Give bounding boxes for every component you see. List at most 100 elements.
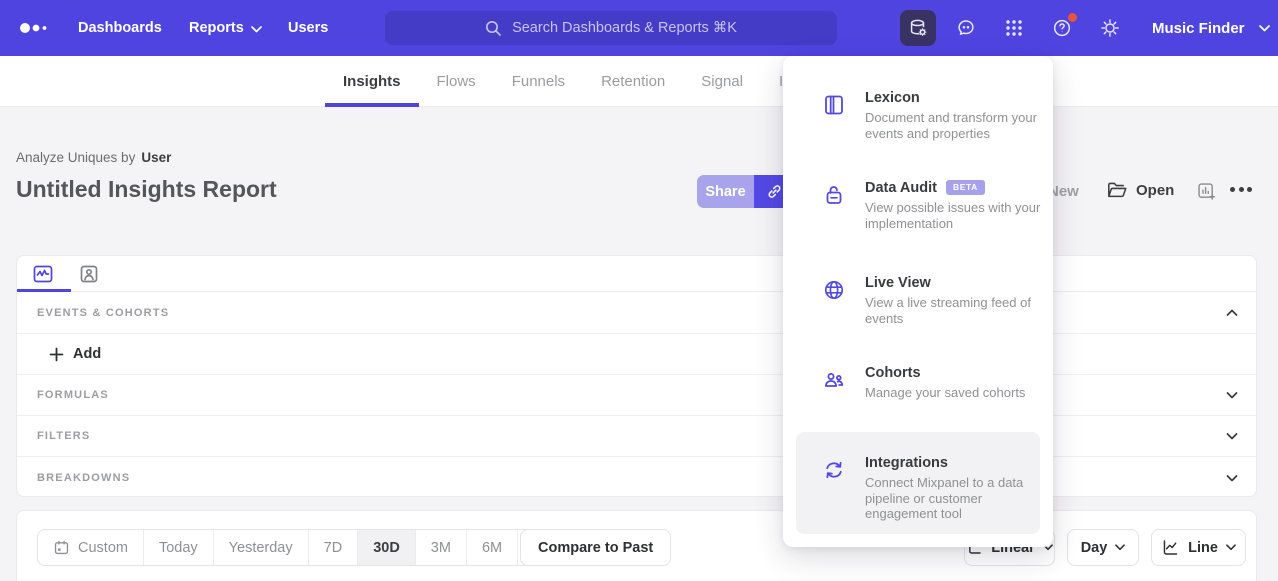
range-custom[interactable]: Custom [38,530,144,565]
page-title: Untitled Insights Report [16,176,277,203]
range-yesterday[interactable]: Yesterday [214,530,309,565]
range-label: 7D [324,540,343,556]
menu-item-description: View a live streaming feed of events [865,295,1041,326]
menu-item-title: Integrations [865,455,1041,471]
more-options-button[interactable] [1230,187,1252,192]
share-button[interactable]: Share [697,175,754,208]
compare-to-past-button[interactable]: Compare to Past [520,529,671,566]
globe-icon [822,278,846,302]
tab-signal-label: Signal [701,73,743,90]
menu-item-description: Connect Mixpanel to a data pipeline or c… [865,475,1041,522]
folder-icon [1106,180,1128,200]
apps-grid-button[interactable] [996,10,1032,46]
events-add-row: Add [17,334,1256,375]
chevron-up-icon[interactable] [1226,309,1238,317]
chevron-down-icon[interactable] [1226,432,1238,440]
range-7d[interactable]: 7D [309,530,359,565]
book-icon [822,93,846,117]
search-placeholder: Search Dashboards & Reports ⌘K [512,20,737,36]
menu-item-description: View possible issues with your implement… [865,200,1041,231]
section-label: FILTERS [37,430,90,442]
calendar-icon [53,539,70,556]
add-event-button[interactable]: Add [49,346,101,362]
date-range-control: Custom Today Yesterday 7D 30D 3M 6M 12M [37,529,577,566]
nav-reports[interactable]: Reports [189,0,262,56]
add-label: Add [73,346,101,362]
sync-icon [822,458,846,482]
nav-dashboards-label: Dashboards [78,20,162,36]
interval-label: Day [1081,540,1108,556]
range-3m[interactable]: 3M [416,530,467,565]
tab-insights[interactable]: Insights [325,56,419,107]
range-label: 6M [482,540,502,556]
nav-reports-label: Reports [189,20,244,36]
share-label: Share [705,184,745,200]
section-label: EVENTS & COHORTS [37,307,169,319]
add-to-dashboard-icon[interactable] [1196,181,1217,202]
query-builder-tabs [17,256,1256,292]
section-breakdowns[interactable]: BREAKDOWNS [17,457,1256,498]
nav-dashboards[interactable]: Dashboards [78,0,162,56]
open-report-button[interactable]: Open [1106,180,1174,200]
tab-retention[interactable]: Retention [583,56,683,107]
tab-flows[interactable]: Flows [419,56,494,107]
chevron-down-icon [251,26,262,33]
chevron-down-icon[interactable] [1226,391,1238,399]
range-6m[interactable]: 6M [467,530,518,565]
open-label: Open [1136,182,1174,199]
range-label: Today [159,540,198,556]
chevron-down-icon [1115,544,1125,551]
metrics-tab[interactable] [30,261,56,287]
menu-item-description: Document and transform your events and p… [865,110,1041,141]
chart-type-label: Line [1188,540,1218,556]
tab-retention-label: Retention [601,73,665,90]
audit-icon [822,183,846,207]
feedback-button[interactable] [948,10,984,46]
menu-item-title: Data Audit [865,180,937,196]
data-tools-menu: Lexicon Document and transform your even… [783,56,1053,547]
section-formulas[interactable]: FORMULAS [17,375,1256,416]
section-filters[interactable]: FILTERS [17,416,1256,457]
nav-users-label: Users [288,20,328,36]
nav-users[interactable]: Users [288,0,328,56]
profiles-tab[interactable] [76,261,102,287]
chevron-down-icon [1226,544,1236,551]
app-window: Dashboards Reports Users Search Dashboar… [0,0,1278,581]
search-input[interactable]: Search Dashboards & Reports ⌘K [385,11,837,45]
interval-select[interactable]: Day [1067,529,1139,566]
share-split-button: Share [697,175,795,208]
section-events-cohorts[interactable]: EVENTS & COHORTS [17,292,1256,334]
line-chart-icon [1161,538,1180,557]
project-selector[interactable]: Music Finder [1152,0,1270,56]
menu-item-title: Cohorts [865,365,1041,381]
range-label: Yesterday [229,540,293,556]
mixpanel-logo-icon[interactable] [18,18,58,38]
project-name: Music Finder [1152,20,1245,37]
menu-item-title: Lexicon [865,90,1041,106]
chart-type-select[interactable]: Line [1151,529,1246,566]
link-icon [765,182,784,201]
beta-badge: BETA [946,180,985,195]
analyze-by-row: Analyze Uniques byUser [16,150,171,165]
compare-label: Compare to Past [538,540,653,556]
data-management-button[interactable] [900,10,936,46]
tab-funnels[interactable]: Funnels [494,56,583,107]
tab-signal[interactable]: Signal [683,56,761,107]
help-button[interactable] [1044,10,1080,46]
top-nav: Dashboards Reports Users Search Dashboar… [0,0,1278,56]
menu-item-description: Manage your saved cohorts [865,385,1041,401]
settings-gear-button[interactable] [1092,10,1128,46]
chevron-down-icon[interactable] [1226,474,1238,482]
range-label: 30D [373,540,400,556]
section-label: BREAKDOWNS [37,472,130,484]
chart-toolbar-card: Custom Today Yesterday 7D 30D 3M 6M 12M … [16,510,1257,581]
range-today[interactable]: Today [144,530,214,565]
range-label: Custom [78,540,128,556]
notification-dot [1068,13,1077,22]
section-label: FORMULAS [37,389,109,401]
chevron-down-icon [1259,25,1270,32]
analyze-entity[interactable]: User [141,150,171,165]
plus-icon [49,347,64,362]
range-30d[interactable]: 30D [358,530,416,565]
people-icon [822,368,846,392]
